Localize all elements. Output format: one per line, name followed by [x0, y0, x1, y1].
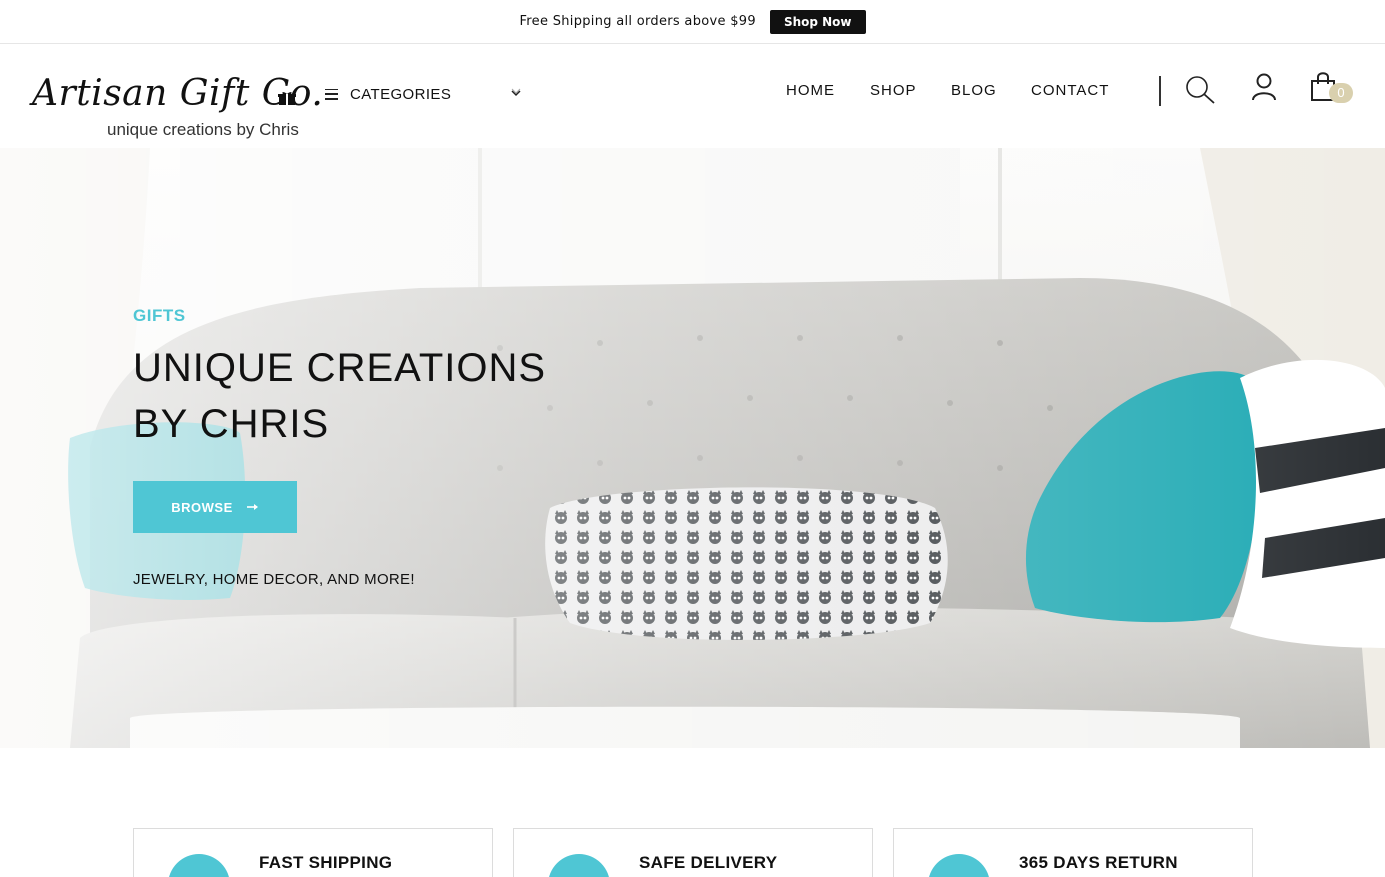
- cart-count-badge: 0: [1329, 83, 1353, 103]
- search-icon[interactable]: [1185, 75, 1215, 105]
- browse-button[interactable]: BROWSE: [133, 481, 297, 533]
- feature-safe-delivery: SAFE DELIVERY: [513, 828, 873, 877]
- nav-home[interactable]: HOME: [786, 82, 835, 99]
- nav-shop[interactable]: SHOP: [870, 82, 917, 99]
- browse-button-label: BROWSE: [171, 499, 233, 515]
- hero-subtitle: JEWELRY, HOME DECOR, AND MORE!: [133, 571, 415, 588]
- site-logo[interactable]: Artisan Gift Co. unique creations by Chr…: [32, 73, 323, 143]
- hero-title-line-2: BY CHRIS: [133, 402, 330, 446]
- arrow-right-icon: [246, 504, 258, 510]
- nav-contact[interactable]: CONTACT: [1031, 82, 1109, 99]
- shipping-icon: [168, 854, 230, 877]
- shop-now-button[interactable]: Shop Now: [769, 9, 866, 34]
- chevron-down-icon: [511, 88, 521, 97]
- hero-title-line-1: UNIQUE CREATIONS: [133, 346, 547, 390]
- header-divider: [1159, 76, 1161, 106]
- feature-title: 365 DAYS RETURN: [1019, 853, 1178, 872]
- user-icon[interactable]: [1251, 73, 1277, 101]
- hero-banner: GIFTS UNIQUE CREATIONS BY CHRIS BROWSE J…: [0, 148, 1385, 748]
- feature-title: FAST SHIPPING: [259, 853, 393, 872]
- hero-title: UNIQUE CREATIONS BY CHRIS: [133, 340, 546, 452]
- categories-dropdown[interactable]: CATEGORIES: [325, 82, 525, 106]
- logo-tagline: unique creations by Chris: [107, 120, 299, 139]
- gift-icon: [278, 92, 296, 105]
- announcement-bar: Free Shipping all orders above $99 Shop …: [0, 0, 1385, 44]
- feature-title: SAFE DELIVERY: [639, 853, 778, 872]
- categories-label: CATEGORIES: [350, 85, 452, 103]
- site-header: Artisan Gift Co. unique creations by Chr…: [0, 45, 1385, 148]
- delivery-icon: [548, 854, 610, 877]
- menu-icon: [325, 88, 338, 100]
- feature-fast-shipping: FAST SHIPPING: [133, 828, 493, 877]
- return-icon: [928, 854, 990, 877]
- free-shipping-text: Free Shipping all orders above $99: [519, 14, 756, 29]
- nav-blog[interactable]: BLOG: [951, 82, 997, 99]
- hero-eyebrow: GIFTS: [133, 306, 186, 325]
- feature-365-days-return: 365 DAYS RETURN: [893, 828, 1253, 877]
